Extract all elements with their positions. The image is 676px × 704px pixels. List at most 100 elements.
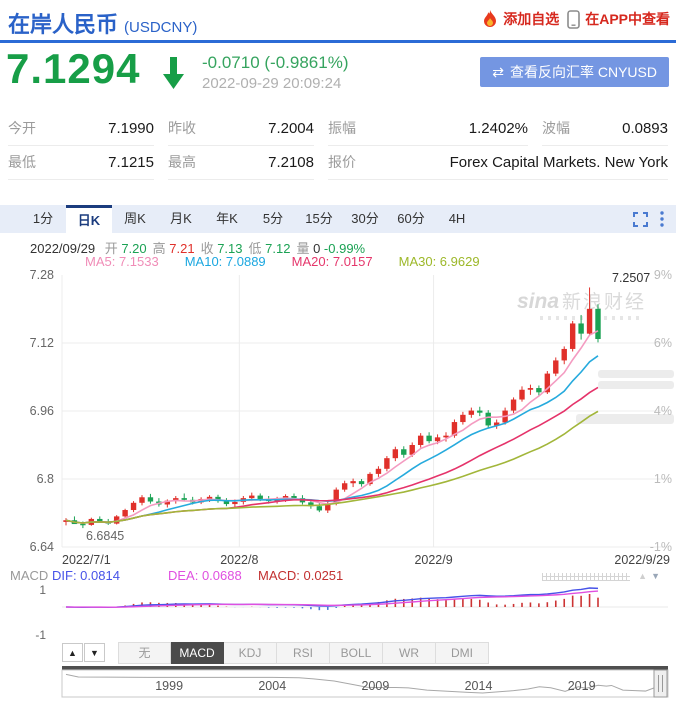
dif-line — [66, 588, 598, 607]
macd-dea-value: DEA: 0.0688 — [168, 568, 242, 583]
y-axis-label: 6.96 — [30, 404, 54, 418]
price-change: -0.0710 (-0.9861%) — [202, 53, 348, 73]
reverse-rate-label: 查看反向汇率 CNYUSD — [510, 62, 657, 82]
period-tab-月K[interactable]: 月K — [158, 205, 204, 233]
stat-cell-0-0: 今开7.1990 — [8, 112, 154, 146]
x-axis-label: 2022/7/1 — [62, 553, 111, 567]
page-header: 在岸人民币 (USDCNY) 添加自选 在APP中查看 — [0, 0, 676, 40]
add-watchlist-label: 添加自选 — [503, 9, 559, 29]
x-axis-label: 2022/9 — [414, 553, 452, 567]
pct-axis-label: -1% — [650, 540, 672, 554]
period-tab-日K[interactable]: 日K — [66, 205, 112, 233]
quote-timestamp: 2022-09-29 20:09:24 — [202, 75, 341, 92]
instrument-symbol: (USDCNY) — [124, 19, 197, 36]
macd-axis-label: 1 — [39, 584, 46, 597]
stat-label: 振幅 — [328, 118, 356, 138]
macd-panel-label: MACD — [10, 568, 48, 583]
sina-watermark: sina — [517, 290, 559, 313]
period-tab-周K[interactable]: 周K — [112, 205, 158, 233]
indicator-tab-KDJ[interactable]: KDJ — [224, 642, 277, 664]
x-axis-label: 2022/8 — [220, 553, 258, 567]
ma-legend-ma20: MA20: 7.0157 — [292, 254, 373, 269]
period-tab-60分[interactable]: 60分 — [388, 205, 434, 233]
candlestick-chart[interactable]: sina新浪财经7.287.126.966.86.649%6%4%1%-1%20… — [0, 268, 676, 568]
view-in-app-link[interactable]: 在APP中查看 — [567, 9, 670, 29]
stat-label: 今开 — [8, 118, 36, 138]
stat-value: Forex Capital Markets. New York — [450, 154, 668, 171]
indicator-up-button[interactable]: ▲ — [62, 643, 83, 662]
stat-cell-0-3: 波幅 0.0893 — [542, 112, 668, 146]
indicator-tab-DMI[interactable]: DMI — [436, 642, 489, 664]
ma-legend-ma5: MA5: 7.1533 — [85, 254, 159, 269]
navigator-range-grip[interactable] — [654, 670, 667, 697]
instrument-name: 在岸人民币 — [8, 12, 118, 37]
panel-resize-grip[interactable] — [542, 573, 630, 581]
low-price-label: 6.6845 — [86, 529, 124, 543]
stat-label: 报价 — [328, 152, 356, 172]
macd-macd-value: MACD: 0.0251 — [258, 568, 343, 583]
stat-label: 波幅 — [542, 118, 570, 138]
indicator-tab-MACD[interactable]: MACD — [171, 642, 224, 664]
high-price-label: 7.2507 — [612, 271, 650, 285]
quote-section: 7.1294 -0.0710 (-0.9861%) 2022-09-29 20:… — [0, 43, 676, 109]
indicator-tab-无[interactable]: 无 — [118, 642, 171, 664]
kebab-menu-icon[interactable] — [660, 211, 664, 227]
navigator-year-label: 2019 — [568, 679, 596, 693]
macd-dif-value: DIF: 0.0814 — [52, 568, 120, 583]
navigator-year-label: 2004 — [258, 679, 286, 693]
pct-axis-label: 9% — [654, 268, 672, 282]
pct-axis-label: 1% — [654, 472, 672, 486]
stat-value: 0.0893 — [622, 120, 668, 137]
period-tab-15分[interactable]: 15分 — [296, 205, 342, 233]
stat-label: 昨收 — [168, 118, 196, 138]
stat-value: 7.2004 — [268, 120, 314, 137]
add-watchlist-link[interactable]: 添加自选 — [482, 9, 559, 29]
indicator-tab-RSI[interactable]: RSI — [277, 642, 330, 664]
y-axis-label: 6.8 — [37, 472, 54, 486]
indicator-tab-WR[interactable]: WR — [383, 642, 436, 664]
axis-tag-pill — [598, 370, 674, 378]
axis-tag-pill — [598, 381, 674, 389]
indicator-tab-BOLL[interactable]: BOLL — [330, 642, 383, 664]
view-in-app-label: 在APP中查看 — [585, 9, 670, 29]
stat-cell-0-1: 昨收 7.2004 — [168, 112, 314, 146]
fullscreen-icon[interactable] — [633, 212, 648, 227]
y-axis-label: 6.64 — [30, 540, 54, 554]
history-navigator[interactable]: 1999 2004 2009 2014 2019 — [0, 666, 676, 704]
ma-legend-ma10: MA10: 7.0889 — [185, 254, 266, 269]
navigator-year-label: 2014 — [465, 679, 493, 693]
ma30-line — [66, 411, 598, 523]
indicator-tabbar: ▲ ▼ 无MACDKDJRSIBOLLWRDMI — [0, 642, 676, 664]
ma-legend-bar: MA5: 7.1533MA10: 7.0889MA20: 7.0157MA30:… — [85, 254, 506, 269]
period-tabbar: 1分日K周K月K年K5分15分30分60分4H — [0, 205, 676, 233]
stat-value: 7.2108 — [268, 154, 314, 171]
navigator-year-label: 1999 — [155, 679, 183, 693]
pct-axis-label: 6% — [654, 336, 672, 350]
period-tab-1分[interactable]: 1分 — [20, 205, 66, 233]
down-arrow-icon — [160, 55, 188, 96]
period-tab-4H[interactable]: 4H — [434, 205, 480, 233]
last-price: 7.1294 — [6, 45, 140, 93]
pct-axis-label: 4% — [654, 404, 672, 418]
stat-cell-0-2: 振幅 1.2402% — [328, 112, 528, 146]
navigator-top-bar[interactable] — [62, 666, 668, 670]
period-tab-30分[interactable]: 30分 — [342, 205, 388, 233]
period-tab-5分[interactable]: 5分 — [250, 205, 296, 233]
stat-cell-1-1: 最高7.2108 — [168, 146, 314, 180]
period-tab-年K[interactable]: 年K — [204, 205, 250, 233]
indicator-down-button[interactable]: ▼ — [84, 643, 105, 662]
sina-watermark-cn: 新浪财经 — [562, 291, 646, 313]
swap-icon: ⇄ — [492, 64, 504, 81]
ma5-line — [66, 331, 598, 523]
indicator-tabs: 无MACDKDJRSIBOLLWRDMI — [118, 642, 489, 664]
y-axis-label: 7.28 — [30, 268, 54, 282]
reverse-rate-button[interactable]: ⇄ 查看反向汇率 CNYUSD — [480, 57, 669, 87]
macd-chart[interactable]: 1-1 — [0, 584, 676, 642]
navigator-year-label: 2009 — [361, 679, 389, 693]
x-axis-label: 2022/9/29 — [614, 553, 670, 567]
macd-legend-bar: MACD DIF: 0.0814 DEA: 0.0688 MACD: 0.025… — [0, 568, 676, 584]
panel-collapse-down-icon[interactable]: ▼ — [651, 571, 664, 581]
panel-collapse-up-icon[interactable]: ▲ — [638, 571, 651, 581]
stat-value: 1.2402% — [469, 120, 528, 137]
stat-value: 7.1215 — [108, 154, 154, 171]
